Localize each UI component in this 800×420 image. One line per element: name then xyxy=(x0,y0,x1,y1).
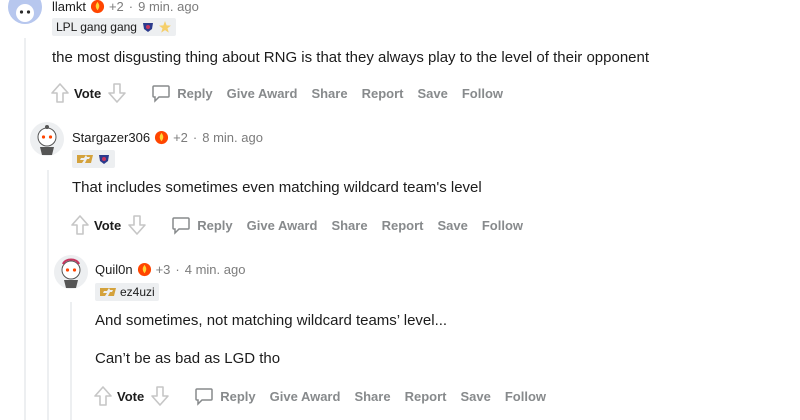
team-logo-icon xyxy=(97,152,111,166)
timestamp[interactable]: 9 min. ago xyxy=(138,0,199,14)
thread-line[interactable] xyxy=(24,38,26,420)
user-flair: ez4uzi xyxy=(95,283,159,301)
comment-actions: Vote Reply Give Award Share Report Save … xyxy=(50,80,503,106)
comment-bubble-icon xyxy=(151,83,177,103)
comment-meta: llamkt +2 · 9 min. ago xyxy=(52,0,199,15)
timestamp[interactable]: 4 min. ago xyxy=(185,262,246,277)
user-flair: LPL gang gang xyxy=(52,18,176,36)
flair-text: LPL gang gang xyxy=(56,20,137,34)
username[interactable]: Stargazer306 xyxy=(72,130,150,145)
report-button[interactable]: Report xyxy=(362,86,404,101)
comment-body: And sometimes, not matching wildcard tea… xyxy=(95,312,448,329)
user-flair xyxy=(72,150,115,168)
save-button[interactable]: Save xyxy=(417,86,447,101)
reply-button[interactable]: Reply xyxy=(171,215,233,235)
timestamp[interactable]: 8 min. ago xyxy=(202,130,263,145)
comment-actions: Vote Reply Give Award Share Report Save … xyxy=(93,383,546,409)
give-award-button[interactable]: Give Award xyxy=(227,86,298,101)
report-button[interactable]: Report xyxy=(382,218,424,233)
downvote-icon[interactable] xyxy=(127,214,147,236)
give-award-button[interactable]: Give Award xyxy=(247,218,318,233)
reply-label: Reply xyxy=(220,388,256,404)
team-logo-icon xyxy=(141,20,155,34)
thread-line[interactable] xyxy=(70,302,72,420)
username[interactable]: llamkt xyxy=(52,0,86,14)
rng-logo-icon xyxy=(76,153,94,165)
comment-body: the most disgusting thing about RNG is t… xyxy=(52,49,650,66)
share-button[interactable]: Share xyxy=(354,389,390,404)
share-button[interactable]: Share xyxy=(331,218,367,233)
star-icon xyxy=(158,20,172,34)
upvote-icon[interactable] xyxy=(93,385,113,407)
reply-button[interactable]: Reply xyxy=(151,83,213,103)
comment-meta: Quil0n +3 · 4 min. ago xyxy=(95,260,245,278)
fire-award-icon[interactable] xyxy=(137,262,152,277)
follow-button[interactable]: Follow xyxy=(462,86,503,101)
avatar[interactable] xyxy=(30,122,64,156)
reply-label: Reply xyxy=(177,85,213,101)
comment-bubble-icon xyxy=(194,386,220,406)
avatar[interactable] xyxy=(54,255,88,289)
upvote-icon[interactable] xyxy=(70,214,90,236)
reply-button[interactable]: Reply xyxy=(194,386,256,406)
downvote-icon[interactable] xyxy=(150,385,170,407)
thread-line[interactable] xyxy=(47,170,49,420)
comment-actions: Vote Reply Give Award Share Report Save … xyxy=(70,212,523,238)
upvote-icon[interactable] xyxy=(50,82,70,104)
vote-count: Vote xyxy=(94,217,122,233)
vote-count: Vote xyxy=(117,388,145,404)
username[interactable]: Quil0n xyxy=(95,262,133,277)
separator-dot: · xyxy=(175,261,180,277)
avatar[interactable] xyxy=(8,0,42,24)
comment-meta: Stargazer306 +2 · 8 min. ago xyxy=(72,128,263,146)
comment-body: That includes sometimes even matching wi… xyxy=(72,179,482,196)
separator-dot: · xyxy=(128,0,134,14)
share-button[interactable]: Share xyxy=(311,86,347,101)
comment-bubble-icon xyxy=(171,215,197,235)
score: +2 xyxy=(173,129,188,145)
separator-dot: · xyxy=(192,129,198,145)
flair-text: ez4uzi xyxy=(120,285,155,299)
score: +2 xyxy=(108,0,124,14)
report-button[interactable]: Report xyxy=(405,389,447,404)
follow-button[interactable]: Follow xyxy=(505,389,546,404)
vote-count: Vote xyxy=(74,85,102,101)
give-award-button[interactable]: Give Award xyxy=(270,389,341,404)
fire-award-icon[interactable] xyxy=(154,130,169,145)
rng-logo-icon xyxy=(99,286,117,298)
score: +3 xyxy=(155,261,171,277)
downvote-icon[interactable] xyxy=(107,82,127,104)
save-button[interactable]: Save xyxy=(437,218,467,233)
fire-award-icon[interactable] xyxy=(90,0,105,14)
save-button[interactable]: Save xyxy=(460,389,490,404)
follow-button[interactable]: Follow xyxy=(482,218,523,233)
reply-label: Reply xyxy=(197,217,233,233)
comment-body: Can’t be as bad as LGD tho xyxy=(95,350,281,367)
